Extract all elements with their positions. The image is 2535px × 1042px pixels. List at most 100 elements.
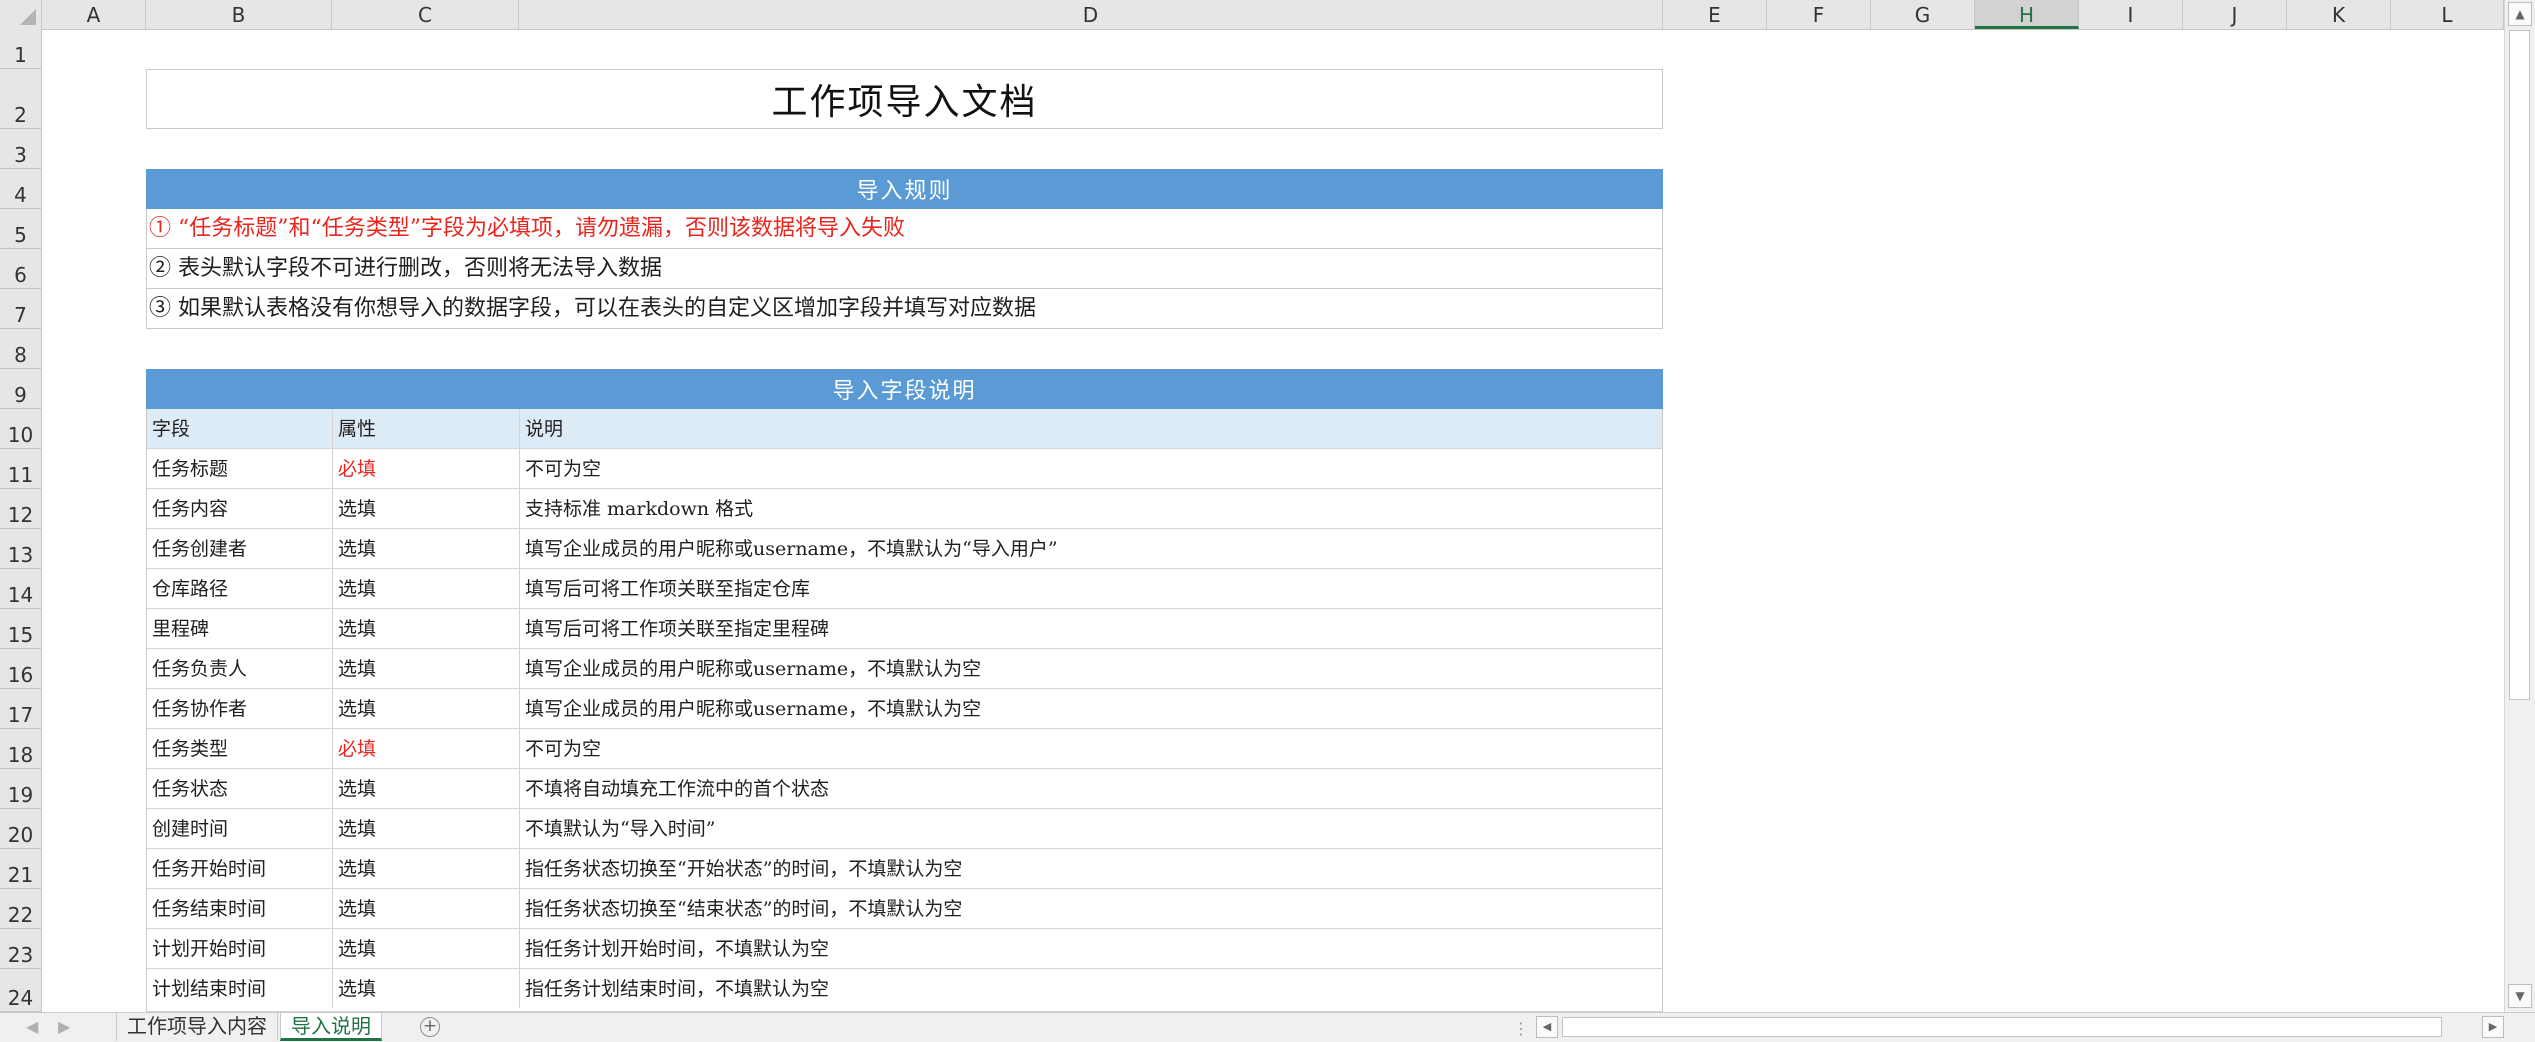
rule-2-cell[interactable]: ② 表头默认字段不可进行删改，否则将无法导入数据 bbox=[146, 249, 1663, 289]
column-header-b[interactable]: B bbox=[146, 0, 332, 29]
horizontal-scroll-thumb[interactable] bbox=[1562, 1017, 2442, 1037]
column-header-e[interactable]: E bbox=[1663, 0, 1767, 29]
column-header-l[interactable]: L bbox=[2391, 0, 2504, 29]
row-header-16[interactable]: 16 bbox=[0, 649, 42, 689]
prev-sheet-arrow-icon[interactable]: ◀ bbox=[26, 1017, 38, 1036]
field-name-cell[interactable]: 任务状态 bbox=[147, 769, 333, 808]
field-attr-cell[interactable]: 选填 bbox=[333, 849, 520, 888]
row-header-24[interactable]: 24 bbox=[0, 969, 42, 1012]
field-desc-cell[interactable]: 填写后可将工作项关联至指定里程碑 bbox=[520, 609, 1662, 648]
field-attr-cell[interactable]: 选填 bbox=[333, 769, 520, 808]
field-desc-cell[interactable]: 不可为空 bbox=[520, 449, 1662, 488]
row-header-11[interactable]: 11 bbox=[0, 449, 42, 489]
field-desc-cell[interactable]: 填写企业成员的用户昵称或username，不填默认为“导入用户” bbox=[520, 529, 1662, 568]
field-desc-cell[interactable]: 不填默认为“导入时间” bbox=[520, 809, 1662, 848]
field-desc-cell[interactable]: 填写企业成员的用户昵称或username，不填默认为空 bbox=[520, 689, 1662, 728]
field-desc-cell[interactable]: 填写后可将工作项关联至指定仓库 bbox=[520, 569, 1662, 608]
row-header-12[interactable]: 12 bbox=[0, 489, 42, 529]
field-attr-cell[interactable]: 选填 bbox=[333, 649, 520, 688]
header-cell-desc[interactable]: 说明 bbox=[520, 409, 1662, 448]
scroll-up-arrow-icon[interactable]: ▲ bbox=[2508, 2, 2532, 26]
rules-header-cell[interactable]: 导入规则 bbox=[146, 169, 1663, 209]
field-name-cell[interactable]: 任务内容 bbox=[147, 489, 333, 528]
field-attr-cell[interactable]: 选填 bbox=[333, 889, 520, 928]
row-header-14[interactable]: 14 bbox=[0, 569, 42, 609]
row-header-15[interactable]: 15 bbox=[0, 609, 42, 649]
column-header-c[interactable]: C bbox=[332, 0, 519, 29]
row-header-10[interactable]: 10 bbox=[0, 409, 42, 449]
field-desc-cell[interactable]: 支持标准 markdown 格式 bbox=[520, 489, 1662, 528]
tab-splitter-handle-icon[interactable]: ⋮ bbox=[1513, 1019, 1529, 1038]
row-header-8[interactable]: 8 bbox=[0, 329, 42, 369]
field-attr-cell[interactable]: 选填 bbox=[333, 609, 520, 648]
field-attr-cell[interactable]: 必填 bbox=[333, 449, 520, 488]
field-attr-cell[interactable]: 选填 bbox=[333, 929, 520, 968]
field-name-cell[interactable]: 任务协作者 bbox=[147, 689, 333, 728]
field-attr-cell[interactable]: 选填 bbox=[333, 969, 520, 1008]
field-desc-cell[interactable]: 不填将自动填充工作流中的首个状态 bbox=[520, 769, 1662, 808]
scroll-right-arrow-icon[interactable]: ▶ bbox=[2482, 1016, 2504, 1038]
scroll-left-arrow-icon[interactable]: ◀ bbox=[1536, 1016, 1558, 1038]
field-name-cell[interactable]: 计划开始时间 bbox=[147, 929, 333, 968]
field-name-cell[interactable]: 任务类型 bbox=[147, 729, 333, 768]
scroll-down-arrow-icon[interactable]: ▼ bbox=[2508, 984, 2532, 1008]
field-name-cell[interactable]: 计划结束时间 bbox=[147, 969, 333, 1008]
row-header-18[interactable]: 18 bbox=[0, 729, 42, 769]
field-name-cell[interactable]: 任务负责人 bbox=[147, 649, 333, 688]
row-header-22[interactable]: 22 bbox=[0, 889, 42, 929]
field-name-cell[interactable]: 任务开始时间 bbox=[147, 849, 333, 888]
field-desc-cell[interactable]: 不可为空 bbox=[520, 729, 1662, 768]
row-header-9[interactable]: 9 bbox=[0, 369, 42, 409]
field-name-cell[interactable]: 任务结束时间 bbox=[147, 889, 333, 928]
field-attr-cell[interactable]: 选填 bbox=[333, 529, 520, 568]
column-header-g[interactable]: G bbox=[1871, 0, 1975, 29]
field-attr-cell[interactable]: 选填 bbox=[333, 489, 520, 528]
row-header-20[interactable]: 20 bbox=[0, 809, 42, 849]
vertical-scrollbar[interactable]: ▲ ▼ bbox=[2504, 0, 2535, 1012]
field-attr-cell[interactable]: 必填 bbox=[333, 729, 520, 768]
row-header-21[interactable]: 21 bbox=[0, 849, 42, 889]
field-name-cell[interactable]: 任务标题 bbox=[147, 449, 333, 488]
row-header-6[interactable]: 6 bbox=[0, 249, 42, 289]
field-name-cell[interactable]: 创建时间 bbox=[147, 809, 333, 848]
row-header-19[interactable]: 19 bbox=[0, 769, 42, 809]
column-header-h[interactable]: H bbox=[1975, 0, 2079, 29]
field-attr-cell[interactable]: 选填 bbox=[333, 689, 520, 728]
row-header-13[interactable]: 13 bbox=[0, 529, 42, 569]
rule-3-cell[interactable]: ③ 如果默认表格没有你想导入的数据字段，可以在表头的自定义区增加字段并填写对应数… bbox=[146, 289, 1663, 329]
row-header-1[interactable]: 1 bbox=[0, 29, 42, 69]
field-desc-cell[interactable]: 指任务计划结束时间，不填默认为空 bbox=[520, 969, 1662, 1008]
column-header-f[interactable]: F bbox=[1767, 0, 1871, 29]
field-name-cell[interactable]: 里程碑 bbox=[147, 609, 333, 648]
vertical-scroll-thumb[interactable] bbox=[2509, 30, 2530, 700]
column-header-i[interactable]: I bbox=[2079, 0, 2183, 29]
sheet-title-cell[interactable]: 工作项导入文档 bbox=[146, 69, 1663, 129]
field-desc-cell[interactable]: 指任务计划开始时间，不填默认为空 bbox=[520, 929, 1662, 968]
field-attr-cell[interactable]: 选填 bbox=[333, 809, 520, 848]
column-header-j[interactable]: J bbox=[2183, 0, 2287, 29]
row-header-23[interactable]: 23 bbox=[0, 929, 42, 969]
row-header-7[interactable]: 7 bbox=[0, 289, 42, 329]
row-header-5[interactable]: 5 bbox=[0, 209, 42, 249]
row-header-17[interactable]: 17 bbox=[0, 689, 42, 729]
field-attr-cell[interactable]: 选填 bbox=[333, 569, 520, 608]
row-header-4[interactable]: 4 bbox=[0, 169, 42, 209]
column-header-a[interactable]: A bbox=[42, 0, 146, 29]
next-sheet-arrow-icon[interactable]: ▶ bbox=[58, 1017, 70, 1036]
column-header-d[interactable]: D bbox=[519, 0, 1663, 29]
column-header-k[interactable]: K bbox=[2287, 0, 2391, 29]
add-sheet-plus-icon[interactable]: + bbox=[420, 1017, 440, 1037]
tab-work-item-import-content[interactable]: 工作项导入内容 bbox=[116, 1013, 278, 1041]
row-header-2[interactable]: 2 bbox=[0, 69, 42, 129]
field-desc-cell[interactable]: 指任务状态切换至“开始状态”的时间，不填默认为空 bbox=[520, 849, 1662, 888]
header-cell-field[interactable]: 字段 bbox=[147, 409, 333, 448]
field-name-cell[interactable]: 仓库路径 bbox=[147, 569, 333, 608]
tab-import-instructions[interactable]: 导入说明 bbox=[280, 1013, 382, 1041]
header-cell-attr[interactable]: 属性 bbox=[333, 409, 520, 448]
select-all-button[interactable] bbox=[0, 0, 42, 29]
horizontal-scrollbar[interactable]: ◀ ▶ bbox=[1536, 1015, 2504, 1039]
fields-header-cell[interactable]: 导入字段说明 bbox=[146, 369, 1663, 409]
field-desc-cell[interactable]: 指任务状态切换至“结束状态”的时间，不填默认为空 bbox=[520, 889, 1662, 928]
rule-1-cell[interactable]: ① “任务标题”和“任务类型”字段为必填项，请勿遗漏，否则该数据将导入失败 bbox=[146, 209, 1663, 249]
row-header-3[interactable]: 3 bbox=[0, 129, 42, 169]
